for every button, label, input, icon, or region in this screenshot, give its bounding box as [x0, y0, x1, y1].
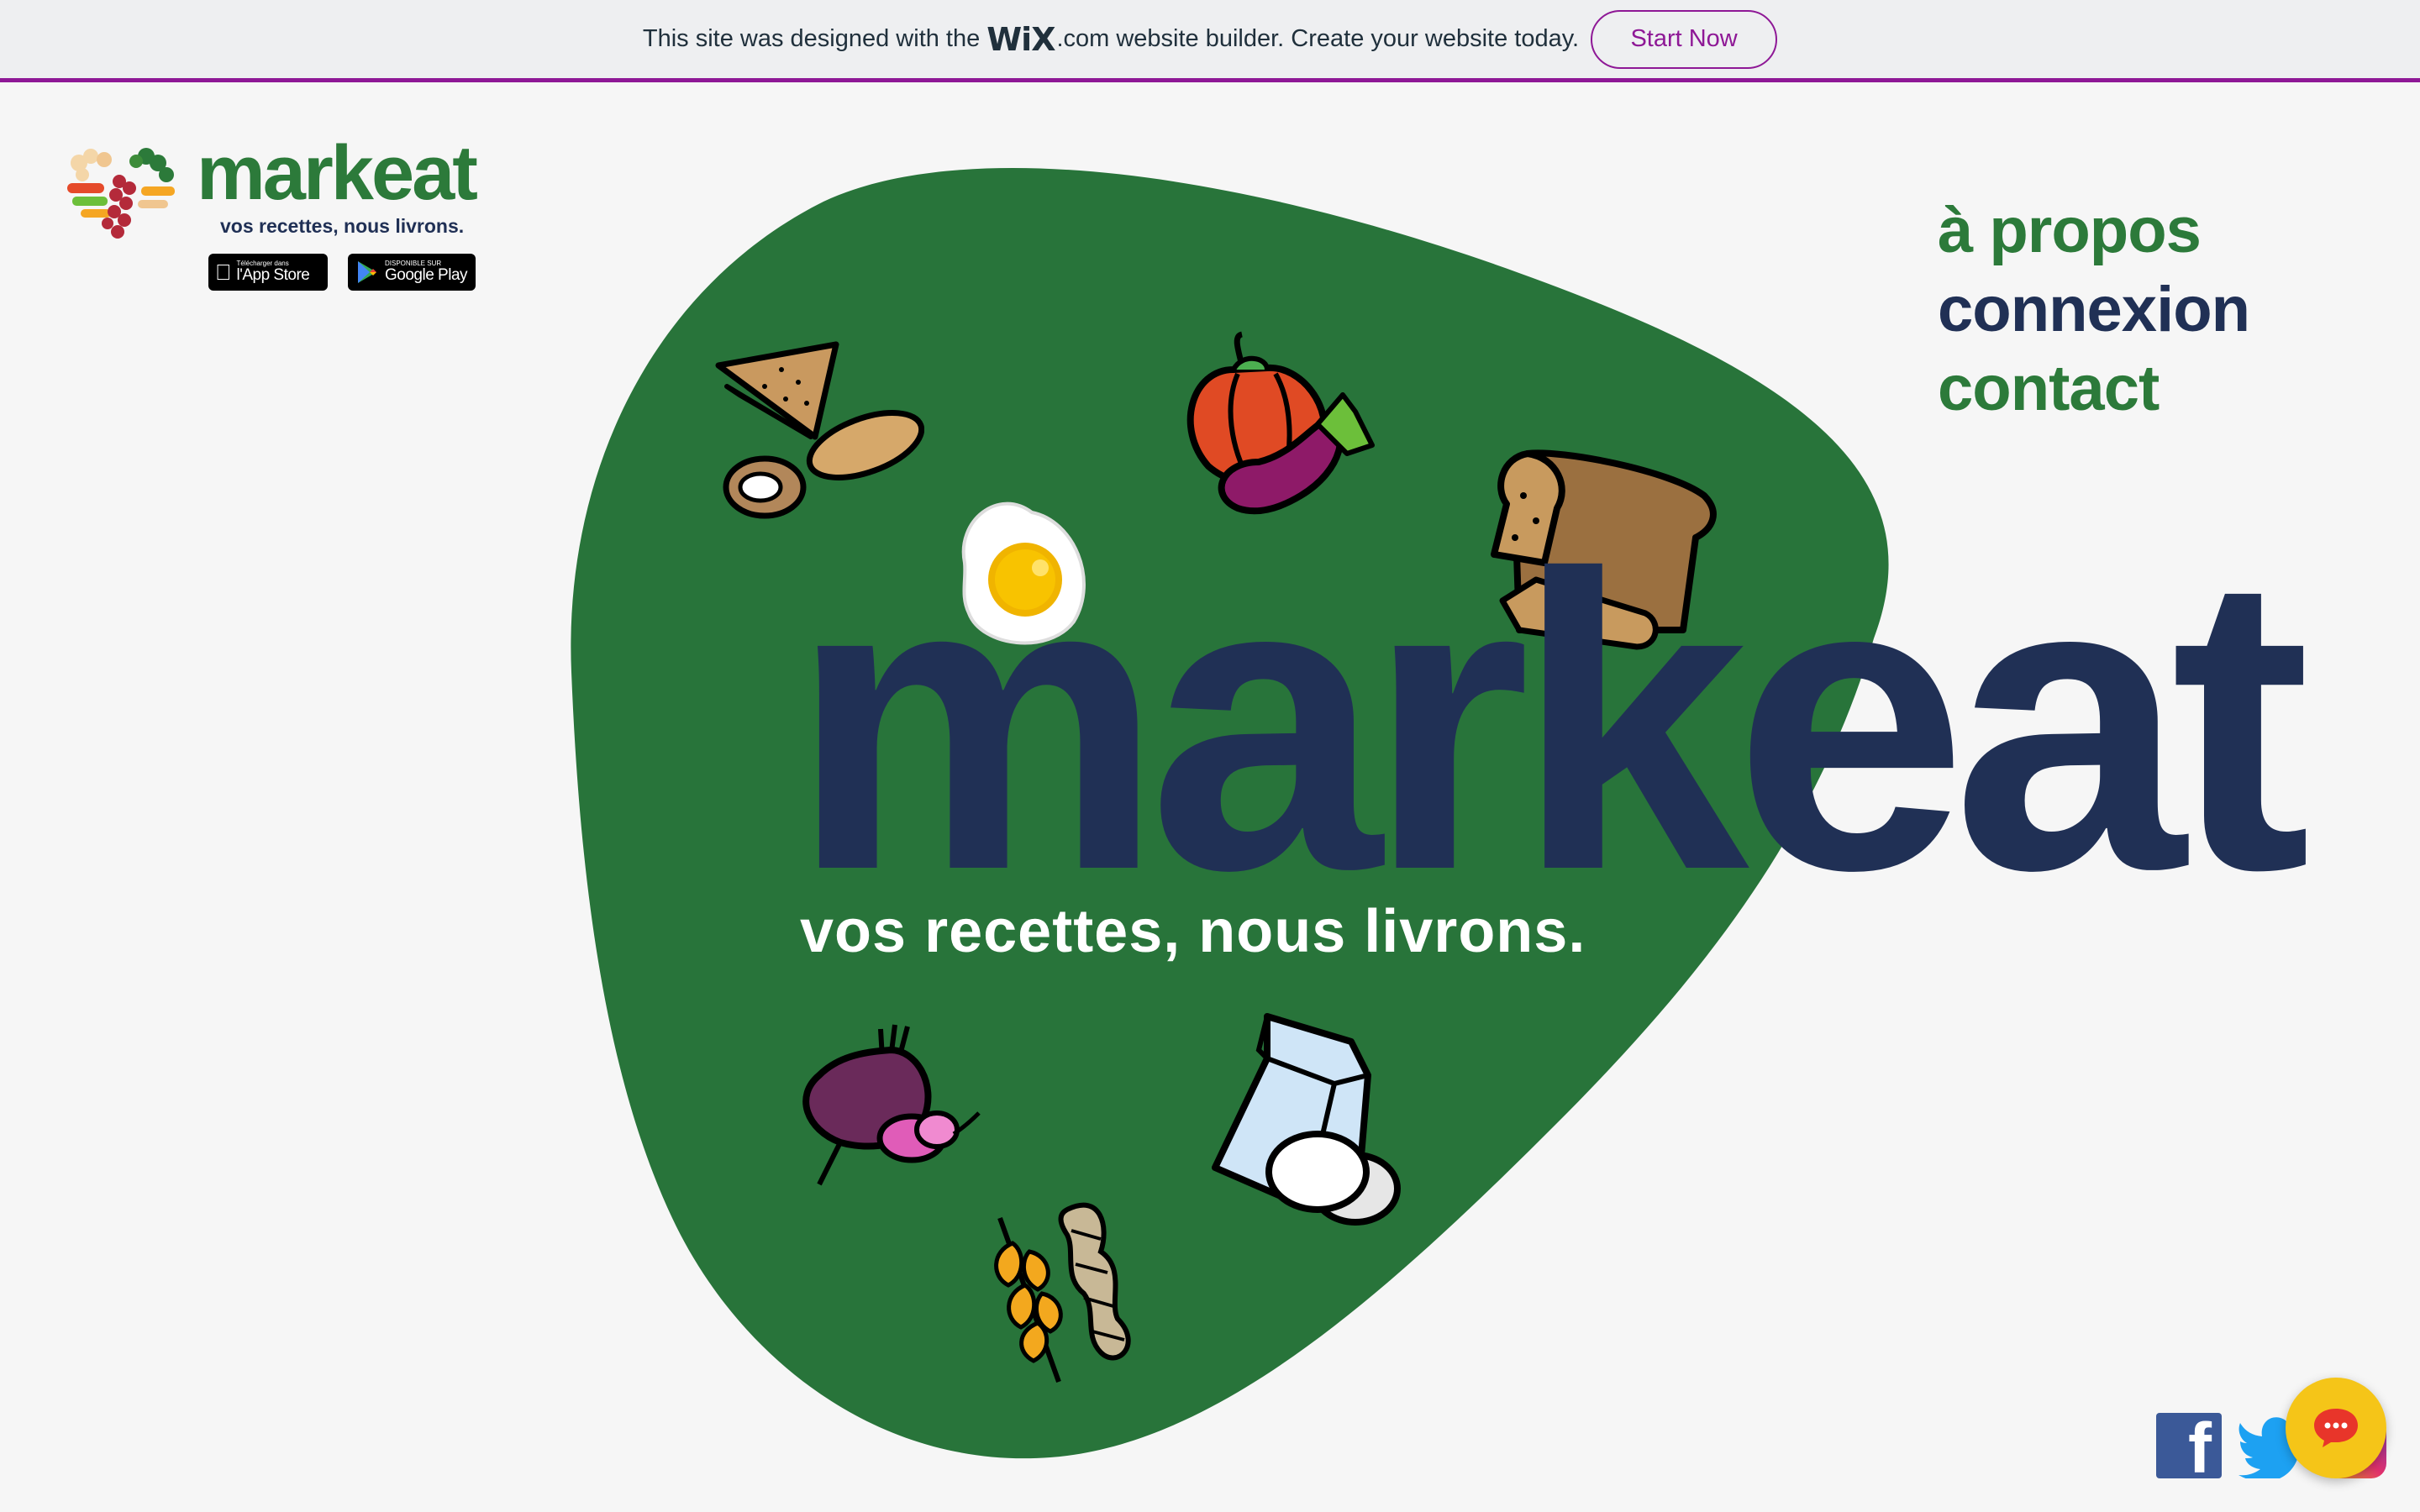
apple-icon: : [215, 260, 232, 286]
google-play-label: Google Play: [385, 265, 468, 284]
hero-title: markeat: [790, 487, 2311, 957]
nav-link-connexion[interactable]: connexion: [1938, 270, 2250, 349]
nav-link-contact[interactable]: contact: [1938, 349, 2249, 428]
chat-button[interactable]: [2286, 1378, 2386, 1478]
beetroot-and-radish-icon: [802, 1024, 981, 1186]
hero-tagline: vos recettes, nous livrons.: [800, 898, 1586, 965]
facebook-icon[interactable]: f: [2156, 1413, 2222, 1483]
logo-wordmark: markeat: [197, 130, 478, 216]
main-nav: à propos connexion contact: [1938, 192, 2250, 428]
milk-carton-and-eggs-icon: [1212, 1013, 1401, 1226]
app-store-label: l'App Store: [220, 265, 310, 284]
nav-link-a-propos[interactable]: à propos: [1938, 192, 2249, 270]
app-store-badge[interactable]:  Télécharger dans l'App Store: [208, 254, 328, 291]
wheat-and-pasta-icon: [994, 1202, 1131, 1383]
heart-produce-logo-icon: [67, 148, 175, 239]
google-play-icon: [358, 261, 376, 283]
google-play-badge[interactable]: DISPONIBLE SUR Google Play: [348, 254, 476, 291]
chat-bubble-icon: [2314, 1409, 2358, 1447]
logo-tagline: vos recettes, nous livrons.: [220, 215, 465, 237]
